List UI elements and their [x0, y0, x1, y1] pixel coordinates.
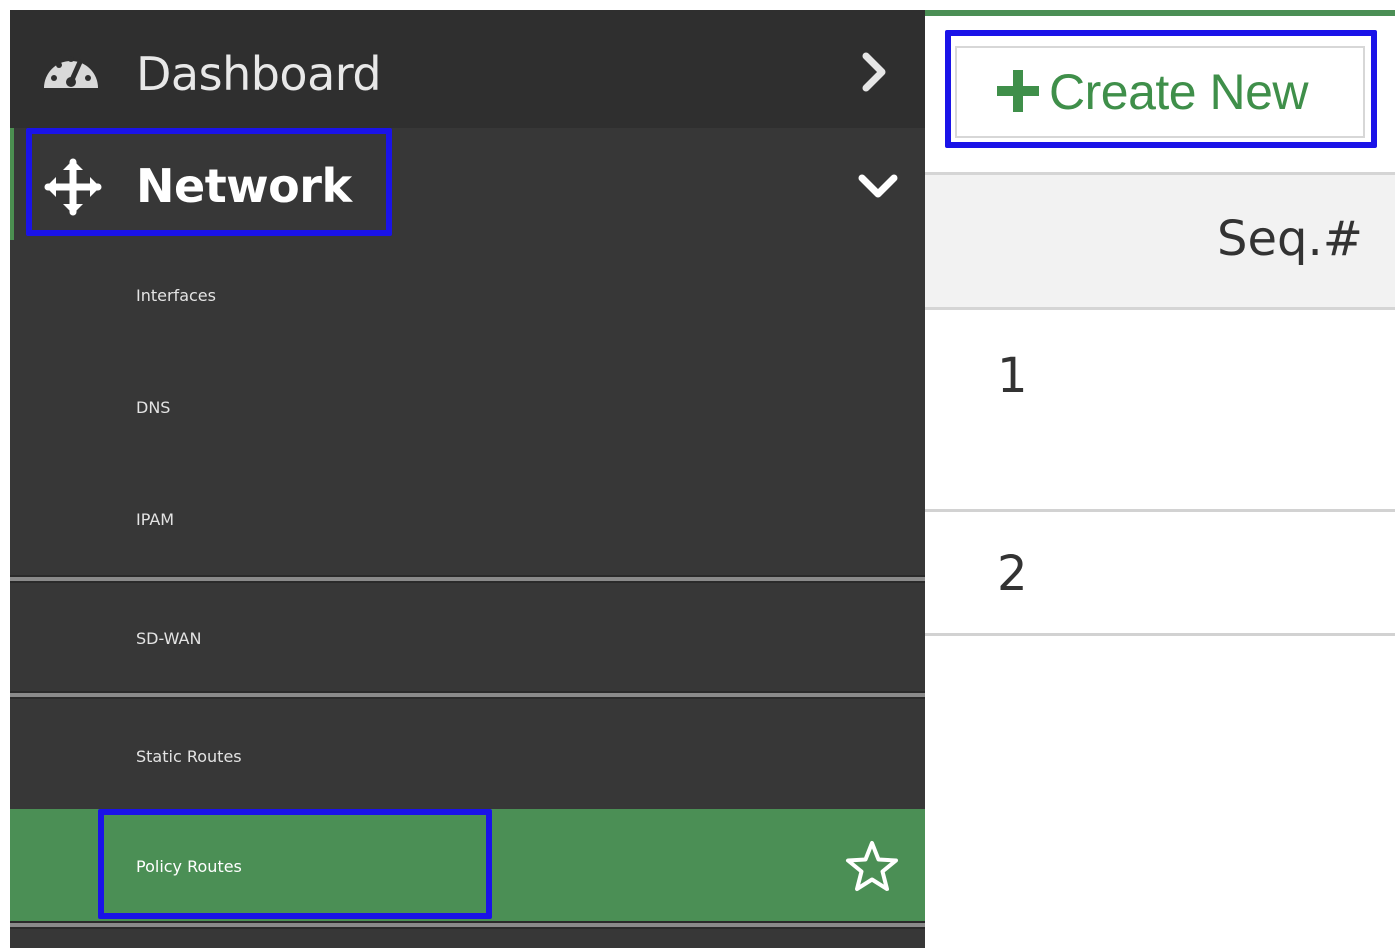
sidebar-item-label: Dashboard: [136, 47, 382, 101]
left-margin: [0, 0, 10, 948]
table-row[interactable]: 2: [925, 512, 1395, 636]
sidebar-item-label: Network: [136, 159, 352, 213]
sidebar-subitem-dns[interactable]: DNS: [10, 352, 925, 464]
toolbar: Create New: [925, 16, 1395, 176]
sidebar-subitem-sd-wan[interactable]: SD-WAN: [10, 583, 925, 691]
create-new-label: Create New: [1049, 64, 1309, 120]
dashboard-icon: [44, 56, 98, 88]
sidebar-subitem-label: Static Routes: [136, 747, 242, 766]
main-content: Create New Seq.# 1 2: [925, 10, 1395, 948]
top-margin: [0, 0, 1395, 10]
column-header-seq[interactable]: Seq.#: [1217, 209, 1363, 269]
sidebar-subitem-label: Interfaces: [136, 286, 216, 305]
cell-seq: 1: [997, 348, 1028, 404]
chevron-down-icon: [858, 174, 898, 198]
menu-divider: [10, 691, 925, 699]
sidebar-subitem-label: SD-WAN: [136, 629, 202, 648]
chevron-right-icon: [862, 52, 886, 92]
plus-icon: [997, 70, 1039, 112]
sidebar-subitem-ipam[interactable]: IPAM: [10, 464, 925, 576]
sidebar-subitem-label: DNS: [136, 398, 171, 417]
move-arrows-icon: [44, 158, 102, 216]
table-header: Seq.#: [925, 172, 1395, 310]
sidebar-subitem-interfaces[interactable]: Interfaces: [10, 240, 925, 352]
sidebar-subitem-static-routes[interactable]: Static Routes: [10, 699, 925, 809]
menu-divider: [10, 575, 925, 583]
sidebar-subitem-label: IPAM: [136, 510, 175, 529]
sidebar-item-network[interactable]: Network: [10, 128, 925, 240]
sidebar-nav: Dashboard Network Interfaces DNS IPAM SD…: [10, 10, 925, 948]
star-outline-icon[interactable]: [844, 839, 900, 893]
menu-divider: [10, 921, 925, 929]
sidebar-item-dashboard[interactable]: Dashboard: [10, 10, 925, 128]
table-row[interactable]: 1: [925, 310, 1395, 512]
create-new-button[interactable]: Create New: [955, 46, 1365, 138]
sidebar-subitem-label: Policy Routes: [136, 857, 242, 876]
sidebar-subitem-policy-routes[interactable]: Policy Routes: [10, 809, 925, 921]
cell-seq: 2: [997, 546, 1028, 602]
